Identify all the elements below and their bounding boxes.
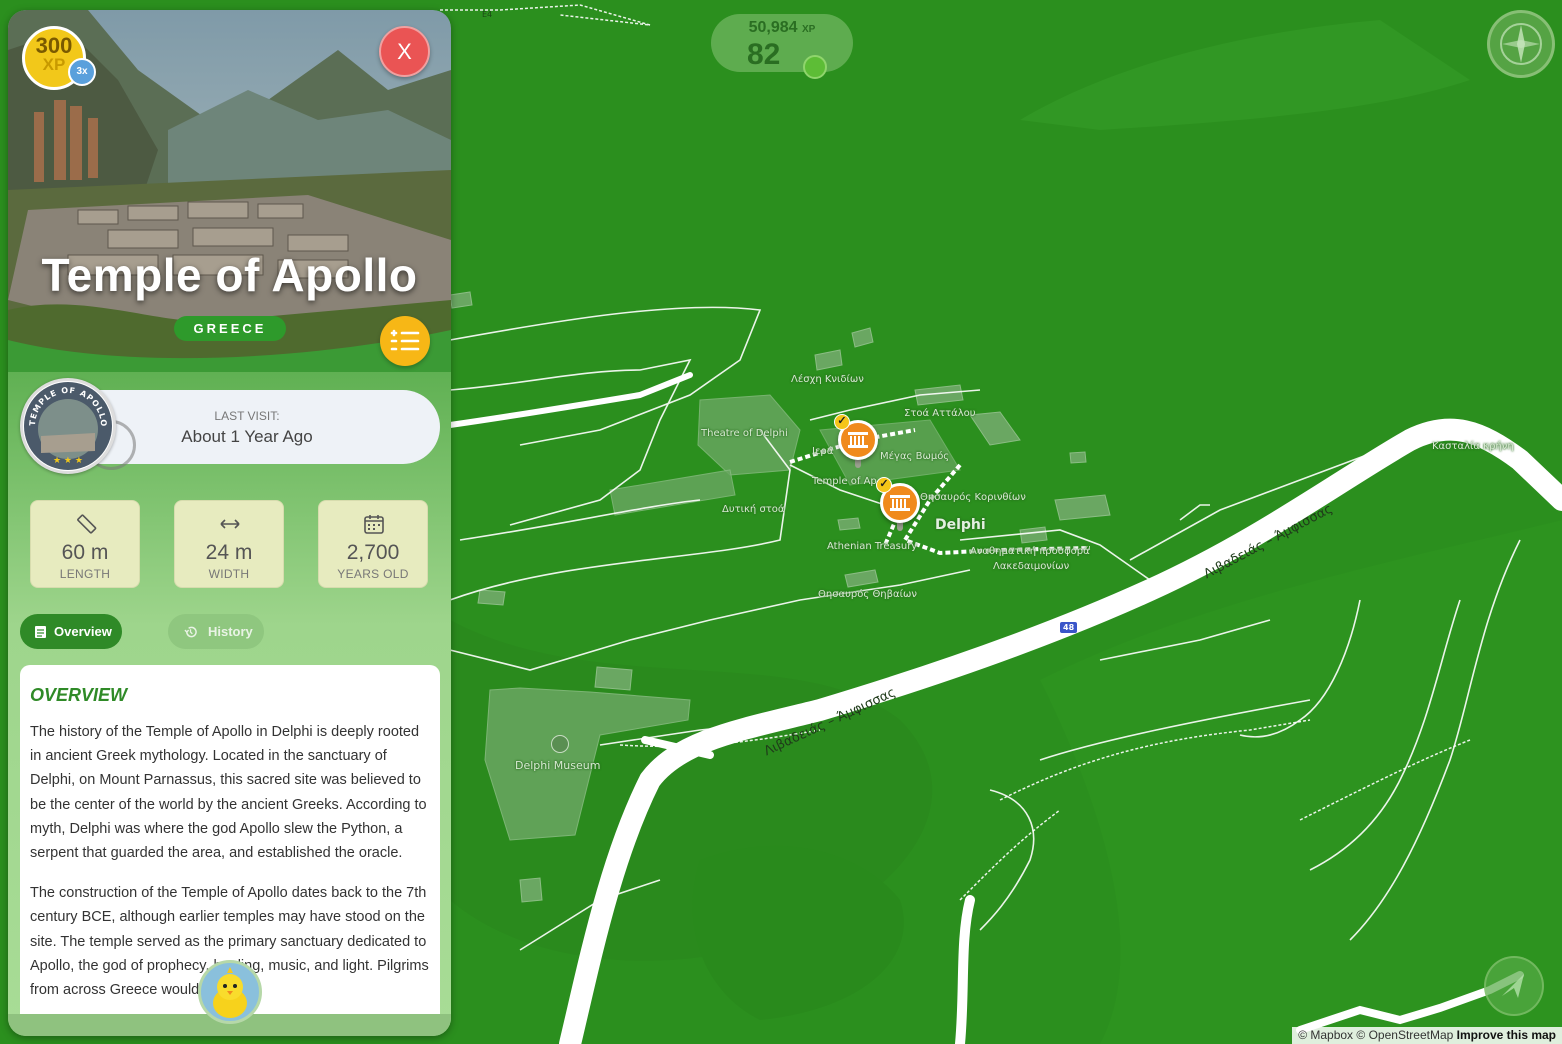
chick-mascot-button[interactable] xyxy=(198,960,262,1024)
map-label-thisauros-thivaion: Θησαυρός Θηβαίων xyxy=(818,589,917,600)
xp-reward-value: 300 xyxy=(35,33,73,58)
compass-icon xyxy=(1500,23,1542,65)
map-label-anathimatiki: Αναθηματική προσφορά xyxy=(970,546,1090,557)
width-arrows-icon xyxy=(220,519,240,529)
stat-width: 24 m WIDTH xyxy=(174,500,284,588)
overview-paragraph: The history of the Temple of Apollo in D… xyxy=(30,724,427,862)
stat-age-value: 2,700 xyxy=(346,541,400,564)
history-icon xyxy=(184,626,197,638)
map-label-museum: Delphi Museum xyxy=(515,759,601,772)
tab-history[interactable]: History xyxy=(168,614,264,649)
xp-total-unit: XP xyxy=(802,24,816,35)
country-badge: GREECE xyxy=(174,316,286,341)
list-icon xyxy=(390,329,420,351)
stat-age: 2,700 YEARS OLD xyxy=(318,500,428,588)
xp-level-pill[interactable]: 50,984 XP 82 xyxy=(711,14,853,79)
stat-width-label: WIDTH xyxy=(208,567,250,581)
map-label-stoa-attalou: Στοά Αττάλου xyxy=(904,408,976,419)
map-label-athenian-treasury: Athenian Treasury xyxy=(827,541,918,552)
level-coin-icon xyxy=(803,55,827,79)
route-48-shield: 48 xyxy=(1060,622,1078,633)
improve-map-link[interactable]: Improve this map xyxy=(1457,1028,1556,1042)
last-visit-label: LAST VISIT: xyxy=(214,409,280,423)
document-icon xyxy=(35,626,46,638)
ruler-icon xyxy=(77,514,97,534)
map-label-thisauros-korinthion: Θησαυρός Κορινθίων xyxy=(920,492,1026,503)
map-label-megas-vomos: Μέγας Βωμός xyxy=(880,451,950,462)
museum-icon[interactable] xyxy=(551,735,569,753)
checklist-button[interactable] xyxy=(380,316,430,366)
map-label-delphi: Delphi xyxy=(935,517,986,533)
xp-total: 50,984 XP xyxy=(711,19,853,37)
player-level: 82 xyxy=(747,38,781,71)
stat-width-value: 24 m xyxy=(205,541,253,564)
last-visit-value: About 1 Year Ago xyxy=(181,427,313,446)
map-label-dytiki-stoa: Δυτική στοά xyxy=(722,504,785,515)
stamp-image: TEMPLE OF APOLLO ★ ★ ★ xyxy=(24,382,112,470)
map-label-theatre: Theatre of Delphi xyxy=(701,428,788,439)
tab-history-label: History xyxy=(208,624,253,639)
tab-overview[interactable]: Overview xyxy=(20,614,122,649)
overview-heading: OVERVIEW xyxy=(30,685,128,705)
locate-me-button[interactable] xyxy=(1484,956,1544,1016)
tab-overview-label: Overview xyxy=(54,624,112,639)
visited-check-icon: ✓ xyxy=(834,414,850,430)
navigation-arrow-icon xyxy=(1502,974,1524,998)
calendar-icon xyxy=(364,515,384,534)
attribution-mapbox-link[interactable]: © Mapbox xyxy=(1298,1028,1353,1042)
chick-mascot-icon xyxy=(213,967,247,1018)
landmark-stamp[interactable]: TEMPLE OF APOLLO ★ ★ ★ xyxy=(20,378,116,474)
compass-button[interactable] xyxy=(1487,10,1555,78)
poi-marker-treasury[interactable]: ✓ xyxy=(876,477,920,531)
xp-multiplier-badge: 3x xyxy=(68,58,96,86)
map-label-temple: Temple of Ap xyxy=(812,476,877,487)
visited-check-icon: ✓ xyxy=(876,477,892,493)
landmark-detail-panel: Temple of Apollo GREECE 300 XP 3x X LAST… xyxy=(8,10,451,1036)
stat-length-value: 60 m xyxy=(61,541,109,564)
map-label-lakedaimonion: Λακεδαιμονίων xyxy=(993,561,1070,572)
poi-marker-temple-of-apollo[interactable]: ✓ xyxy=(834,414,878,468)
stamp-stars: ★ ★ ★ xyxy=(53,456,83,466)
stat-length: 60 m LENGTH xyxy=(30,500,140,588)
stat-age-label: YEARS OLD xyxy=(337,567,409,581)
landmark-title: Temple of Apollo xyxy=(41,249,418,301)
close-button[interactable]: X xyxy=(379,26,430,77)
map-label-hiera: Ιερά xyxy=(812,446,834,457)
stat-length-label: LENGTH xyxy=(59,567,111,581)
map-label-lesche: Λέσχη Κνιδίων xyxy=(791,374,864,385)
euro-route-label: E4 xyxy=(482,10,493,19)
map-attribution: © Mapbox © OpenStreetMap Improve this ma… xyxy=(1292,1027,1562,1044)
xp-total-value: 50,984 xyxy=(748,19,798,36)
attribution-osm-link[interactable]: © OpenStreetMap xyxy=(1356,1028,1453,1042)
map-label-kastalia: Κασταλία κρήνη xyxy=(1432,441,1514,452)
